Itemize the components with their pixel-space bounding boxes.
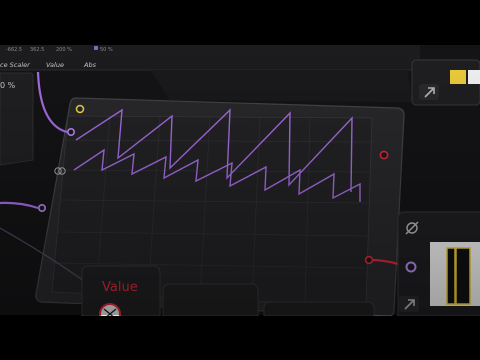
- left-value-readout: 0 %: [0, 81, 16, 90]
- readout-3: 200 %: [56, 47, 72, 53]
- left-node[interactable]: 0 %: [0, 72, 34, 166]
- null-input-port[interactable]: [405, 261, 417, 273]
- label-scaler: ce Scaler: [0, 61, 31, 69]
- top-parameter-strip: -662.5 362.5 200 % 50 % ce Scaler Value …: [0, 45, 420, 71]
- label-abs: Abs: [83, 61, 97, 69]
- cable-source-port[interactable]: [364, 255, 374, 265]
- letterbox-top-mask: [0, 0, 480, 44]
- value-node[interactable]: Value: [81, 265, 161, 325]
- output-port[interactable]: [379, 150, 389, 160]
- node-canvas[interactable]: -662.5 362.5 200 % 50 % ce Scaler Value …: [0, 0, 480, 360]
- input-port-1[interactable]: [67, 128, 76, 137]
- letterbox-bottom-mask: [0, 316, 480, 360]
- corner-arrow-icon[interactable]: [399, 296, 419, 312]
- readout-1: -662.5: [6, 47, 22, 53]
- swatch-white: [468, 70, 480, 84]
- swatch-yellow: [450, 70, 466, 84]
- label-value: Value: [46, 61, 64, 69]
- right-lower-node[interactable]: [397, 211, 480, 323]
- corner-arrow-icon[interactable]: [419, 84, 439, 100]
- input-port-2[interactable]: [37, 204, 46, 213]
- readout-dot: [94, 46, 98, 50]
- readout-2: 362.5: [30, 47, 44, 53]
- value-node-title: Value: [102, 280, 138, 295]
- readout-4: 50 %: [100, 47, 113, 53]
- color-strip: [430, 242, 480, 306]
